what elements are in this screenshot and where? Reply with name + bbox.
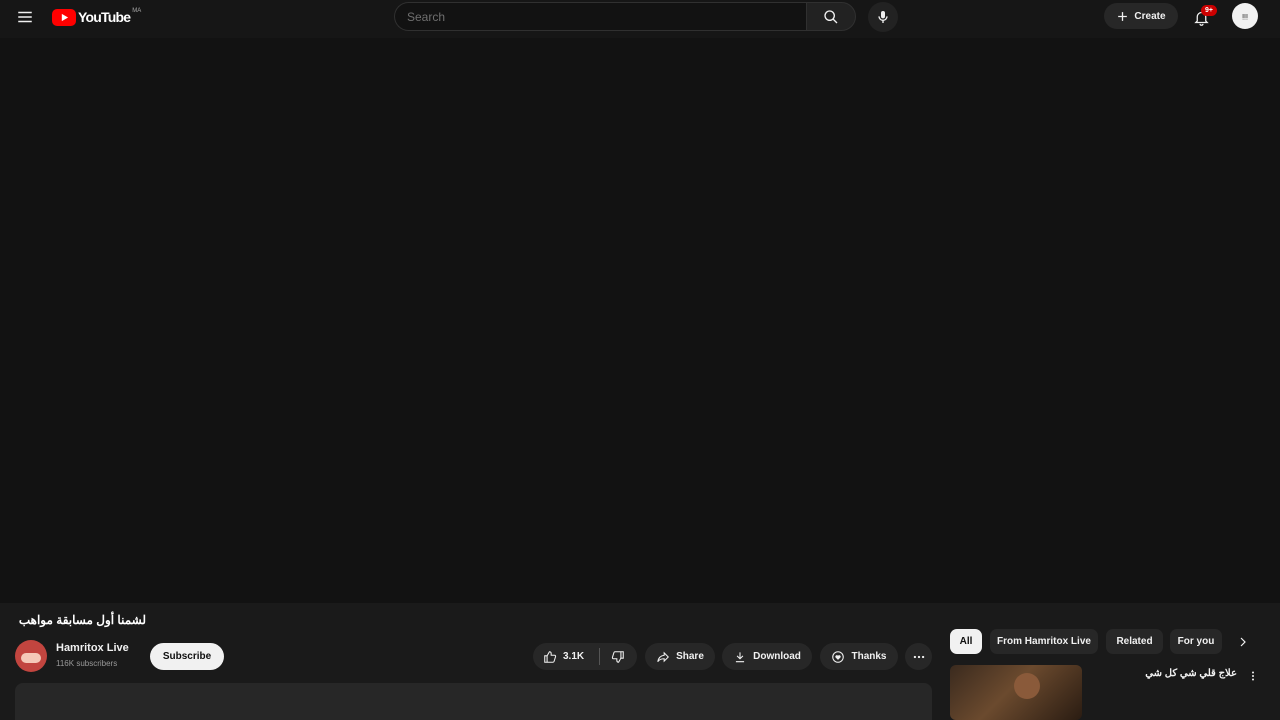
like-dislike-group: 3.1K	[533, 643, 637, 670]
thanks-heart-icon	[832, 650, 845, 663]
thanks-button[interactable]: Thanks	[820, 643, 898, 670]
share-label: Share	[676, 651, 704, 662]
youtube-logo[interactable]: YouTube MA	[52, 7, 141, 27]
plus-icon	[1118, 11, 1128, 21]
video-player[interactable]	[0, 38, 1280, 631]
hamburger-menu-icon	[18, 11, 32, 23]
avatar-initials: ᴉᴉᴉ	[1242, 12, 1248, 20]
download-button[interactable]: Download	[722, 643, 812, 670]
search-icon	[824, 9, 838, 23]
search-input[interactable]	[394, 2, 806, 31]
dislike-button[interactable]	[600, 643, 636, 670]
thanks-label: Thanks	[851, 651, 887, 662]
thumbs-down-icon	[611, 650, 624, 663]
guide-menu-button[interactable]	[12, 4, 38, 30]
recommendation-menu-button[interactable]	[1246, 667, 1260, 685]
thumbnail-figure	[1014, 673, 1040, 699]
download-label: Download	[753, 651, 801, 662]
chip-from-channel[interactable]: From Hamritox Live	[990, 629, 1098, 654]
chip-for-you[interactable]: For you	[1170, 629, 1222, 654]
more-actions-button[interactable]	[905, 643, 932, 670]
download-icon	[736, 651, 745, 662]
logo-country-code: MA	[132, 8, 142, 14]
chip-all[interactable]: All	[950, 629, 982, 654]
search-box	[394, 2, 856, 31]
more-horizontal-icon	[913, 655, 924, 658]
recommendation-item[interactable]: علاج قلي شي كل شي	[950, 665, 1265, 720]
description-box[interactable]	[15, 683, 932, 720]
recommendation-title: علاج قلي شي كل شي	[1145, 668, 1237, 679]
channel-avatar-image	[21, 653, 41, 663]
create-label: Create	[1134, 10, 1166, 22]
like-button[interactable]: 3.1K	[533, 643, 599, 670]
create-button[interactable]: Create	[1104, 3, 1178, 29]
masthead: YouTube MA Create 9+ ᴉᴉᴉ	[0, 0, 1280, 38]
voice-search-button[interactable]	[868, 2, 898, 32]
microphone-icon	[878, 11, 888, 23]
below-player: لشمنا أول مسابقة مواهب Hamritox Live 116…	[0, 603, 1280, 720]
share-button[interactable]: Share	[645, 643, 715, 670]
subscribe-button[interactable]: Subscribe	[150, 643, 224, 670]
chips-next-button[interactable]	[1232, 631, 1254, 653]
more-vertical-icon	[1252, 671, 1254, 681]
chevron-right-icon	[1240, 637, 1246, 647]
chip-related[interactable]: Related	[1106, 629, 1163, 654]
search-button[interactable]	[806, 2, 856, 31]
thumbs-up-icon	[544, 650, 557, 663]
video-title: لشمنا أول مسابقة مواهب	[18, 613, 146, 627]
account-avatar[interactable]: ᴉᴉᴉ	[1232, 3, 1258, 29]
recommendation-thumbnail	[950, 665, 1082, 720]
channel-name[interactable]: Hamritox Live	[56, 642, 129, 654]
youtube-play-icon	[52, 8, 76, 26]
share-arrow-icon	[657, 651, 670, 662]
subscriber-count: 116K subscribers	[56, 659, 118, 668]
notification-badge: 9+	[1201, 5, 1217, 16]
logo-wordmark: YouTube	[78, 9, 131, 25]
like-count: 3.1K	[563, 651, 585, 662]
channel-avatar[interactable]	[15, 640, 47, 672]
